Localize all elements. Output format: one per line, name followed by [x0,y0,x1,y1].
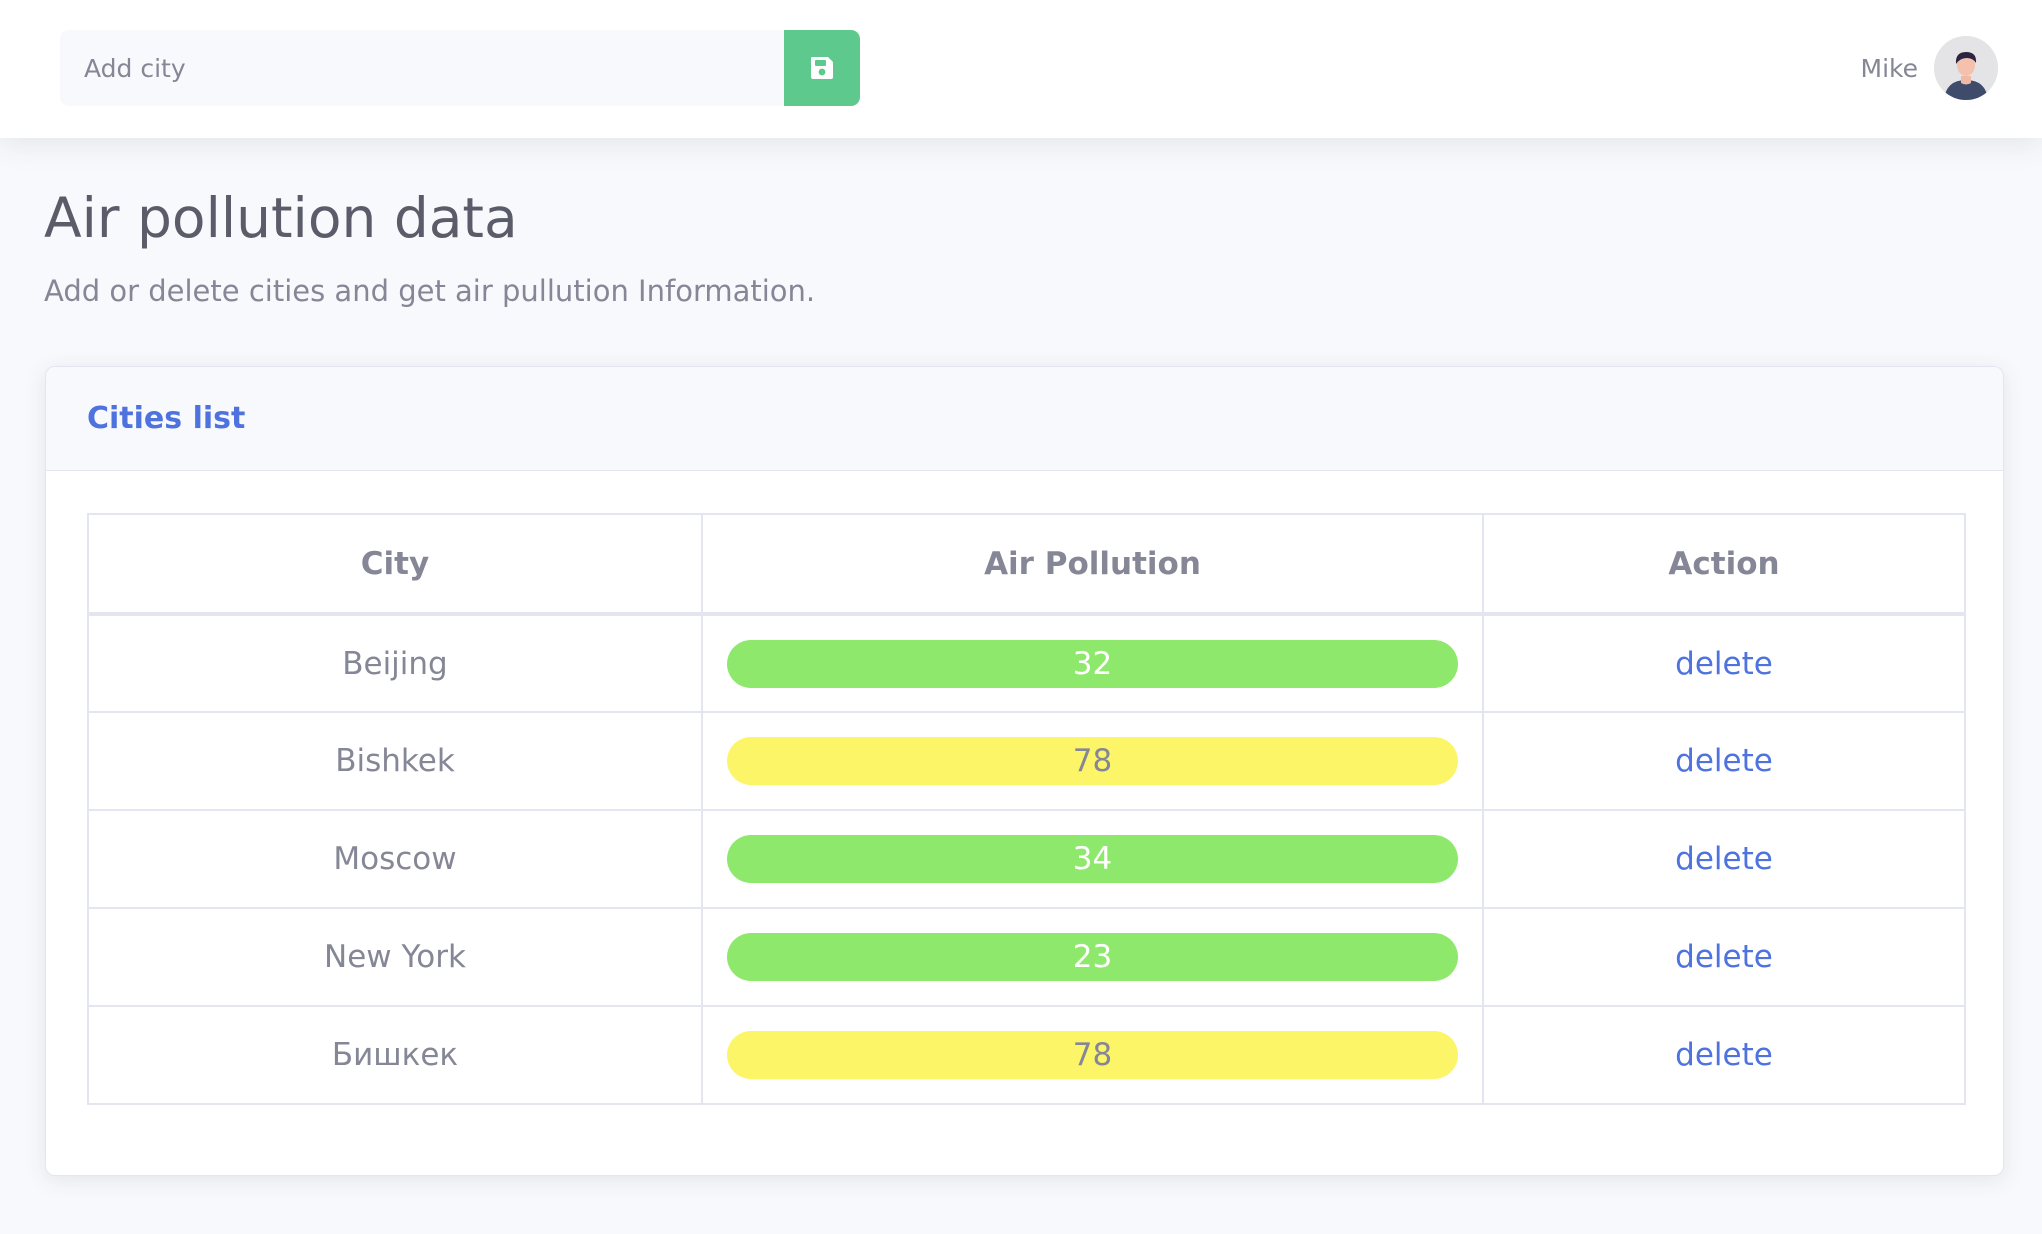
city-cell: New York [87,907,703,1007]
action-cell: delete [1482,809,1966,909]
delete-link[interactable]: delete [1675,841,1773,877]
table-row: Moscow 34 delete [87,809,1966,909]
page-subtitle: Add or delete cities and get air pulluti… [44,274,816,308]
city-cell: Moscow [87,809,703,909]
page-title: Air pollution data [44,186,518,250]
cities-table: City Air Pollution Action Beijing 32 del… [87,513,1966,1105]
cities-table-wrap: City Air Pollution Action Beijing 32 del… [87,513,1966,1105]
column-header-city: City [87,513,703,616]
pollution-cell: 78 [701,711,1484,811]
delete-link[interactable]: delete [1675,1037,1773,1073]
delete-link[interactable]: delete [1675,939,1773,975]
delete-link[interactable]: delete [1675,743,1773,779]
pollution-cell: 32 [701,613,1484,713]
cities-card: Cities list City Air Pollution Action Be… [45,366,2004,1176]
city-cell: Бишкек [87,1005,703,1105]
pollution-cell: 78 [701,1005,1484,1105]
table-row: Бишкек 78 delete [87,1005,1966,1105]
save-button[interactable] [784,30,860,106]
save-icon [811,57,833,79]
pollution-bar: 34 [727,835,1458,883]
pollution-bar: 23 [727,933,1458,981]
city-cell: Beijing [87,613,703,713]
user-menu[interactable]: Mike [1861,34,1998,102]
add-city-form [60,30,860,106]
pollution-cell: 23 [701,907,1484,1007]
pollution-bar: 78 [727,1031,1458,1079]
action-cell: delete [1482,1005,1966,1105]
table-row: Bishkek 78 delete [87,711,1966,811]
add-city-input[interactable] [60,30,784,106]
column-header-air-pollution: Air Pollution [701,513,1484,616]
user-name: Mike [1860,53,1918,83]
action-cell: delete [1482,613,1966,713]
table-row: New York 23 delete [87,907,1966,1007]
topbar: Mike [0,0,2042,138]
column-header-action: Action [1482,513,1966,616]
table-header-row: City Air Pollution Action [87,513,1966,616]
pollution-cell: 34 [701,809,1484,909]
card-title: Cities list [87,401,246,436]
action-cell: delete [1482,711,1966,811]
table-row: Beijing 32 delete [87,613,1966,713]
user-avatar [1934,36,1998,100]
card-header: Cities list [46,367,2003,471]
city-cell: Bishkek [87,711,703,811]
action-cell: delete [1482,907,1966,1007]
pollution-bar: 78 [727,737,1458,785]
pollution-bar: 32 [727,639,1458,688]
delete-link[interactable]: delete [1675,646,1773,682]
